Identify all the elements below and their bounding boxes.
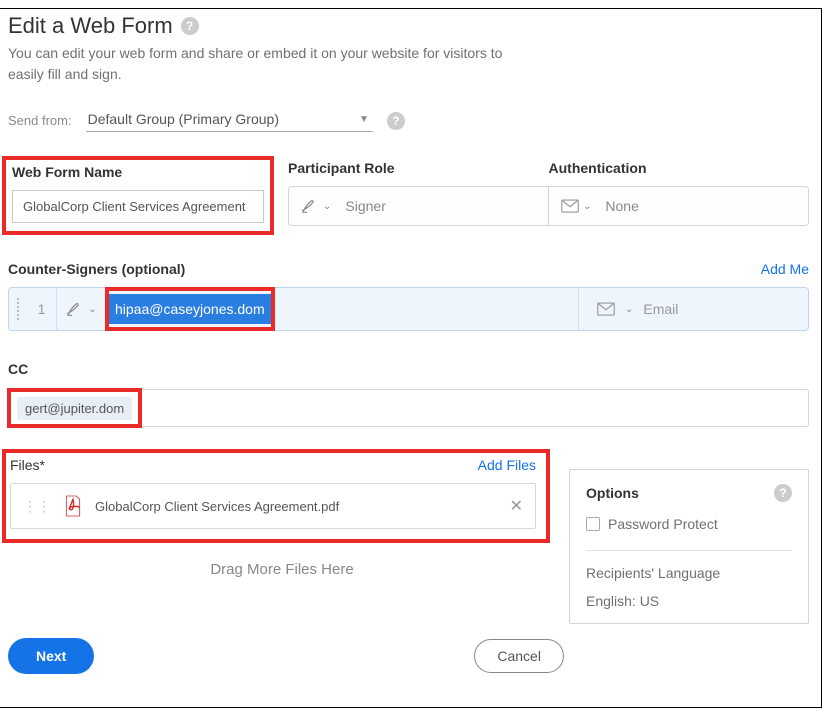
drag-handle-icon[interactable]: ⋮⋮: [23, 498, 51, 515]
signer-icon: [301, 197, 319, 215]
divider: [586, 550, 792, 551]
form-name-highlight: Web Form Name: [2, 156, 274, 235]
file-name: GlobalCorp Client Services Agreement.pdf: [95, 499, 498, 514]
recipients-language-value[interactable]: English: US: [586, 593, 792, 609]
chevron-down-icon: ▼: [359, 114, 369, 125]
envelope-icon: [561, 199, 579, 213]
password-protect-label: Password Protect: [608, 516, 718, 532]
chevron-down-icon: ⌄: [88, 304, 96, 315]
counter-signer-auth-placeholder: Email: [643, 301, 678, 317]
signer-icon: [66, 300, 84, 318]
options-title: Options: [586, 485, 639, 501]
cc-chip-highlight: gert@jupiter.dom: [7, 388, 142, 428]
drag-handle-icon[interactable]: [9, 298, 27, 320]
help-icon[interactable]: ?: [181, 17, 199, 35]
counter-signer-order: 1: [27, 288, 57, 330]
file-row: ⋮⋮ GlobalCorp Client Services Agreement.…: [10, 483, 536, 529]
remove-file-icon[interactable]: ✕: [510, 496, 523, 516]
options-panel: Options ? Password Protect Recipients' L…: [569, 469, 809, 624]
files-label: Files*: [10, 457, 45, 473]
cancel-button[interactable]: Cancel: [474, 639, 564, 673]
participant-role-select[interactable]: ⌄ Signer: [288, 186, 548, 226]
files-highlight: Files* Add Files ⋮⋮ GlobalCorp Client Se…: [2, 449, 550, 543]
add-me-link[interactable]: Add Me: [761, 261, 809, 277]
send-from-label: Send from:: [8, 113, 72, 128]
authentication-label: Authentication: [549, 160, 810, 176]
send-from-select[interactable]: Default Group (Primary Group) ▼: [86, 109, 373, 132]
chevron-down-icon: ⌄: [625, 304, 633, 315]
counter-signers-label: Counter-Signers (optional): [8, 261, 185, 277]
participant-role-label: Participant Role: [288, 160, 549, 176]
chevron-down-icon: ⌄: [583, 201, 591, 212]
authentication-select[interactable]: ⌄ None: [548, 186, 809, 226]
counter-signer-email-input[interactable]: hipaa@caseyjones.dom: [109, 294, 271, 324]
help-icon[interactable]: ?: [774, 484, 792, 502]
cc-input[interactable]: gert@jupiter.dom: [8, 389, 809, 427]
add-files-link[interactable]: Add Files: [478, 457, 536, 473]
cc-label: CC: [8, 361, 809, 377]
participant-role-value: Signer: [345, 198, 385, 214]
next-button[interactable]: Next: [8, 638, 94, 674]
counter-signer-row: 1 ⌄ hipaa@caseyjones.dom ⌄ Email: [8, 287, 809, 331]
counter-signer-role-select[interactable]: ⌄: [57, 288, 107, 330]
authentication-value: None: [605, 198, 638, 214]
chevron-down-icon: ⌄: [323, 201, 331, 212]
cc-chip[interactable]: gert@jupiter.dom: [17, 397, 132, 420]
password-protect-checkbox[interactable]: [586, 517, 600, 531]
pdf-icon: [63, 494, 83, 518]
counter-signer-email-highlight: hipaa@caseyjones.dom: [105, 287, 275, 331]
form-name-input[interactable]: [12, 190, 264, 223]
form-name-label: Web Form Name: [12, 164, 264, 180]
help-icon[interactable]: ?: [387, 112, 405, 130]
envelope-icon: [597, 302, 615, 316]
drag-more-text: Drag More Files Here: [8, 561, 556, 578]
page-subtitle: You can edit your web form and share or …: [8, 43, 518, 85]
counter-signer-auth-select[interactable]: ⌄ Email: [578, 288, 808, 330]
recipients-language-label: Recipients' Language: [586, 565, 792, 581]
page-title: Edit a Web Form: [8, 13, 173, 39]
send-from-value: Default Group (Primary Group): [88, 111, 279, 127]
